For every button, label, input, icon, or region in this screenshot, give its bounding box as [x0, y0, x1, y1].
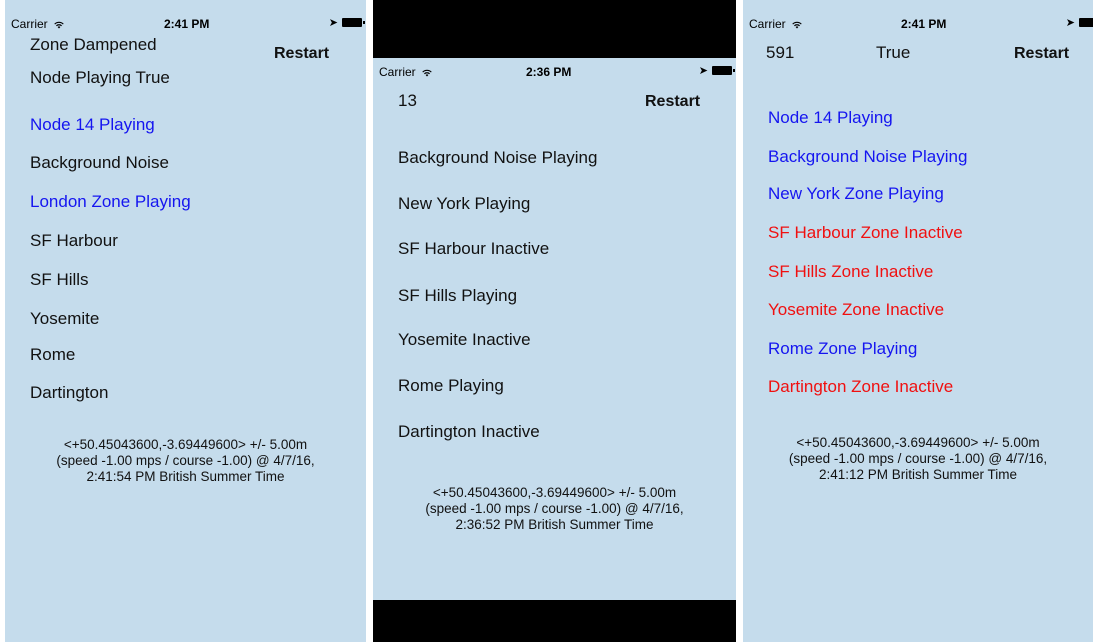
node-count-label: 13: [398, 91, 417, 110]
zone-list-item: SF Hills Zone Inactive: [768, 262, 934, 281]
wifi-icon: [422, 69, 432, 77]
node-status-label: Node Playing True: [30, 68, 170, 87]
zone-list-item: Rome Zone Playing: [768, 339, 918, 358]
restart-button[interactable]: Restart: [1014, 45, 1069, 63]
carrier-label: Carrier: [379, 65, 432, 79]
zone-list-item: Background Noise Playing: [768, 147, 968, 166]
zone-list-item: SF Hills: [30, 270, 89, 289]
zone-list-item: Background Noise Playing: [398, 148, 598, 167]
location-info: <+50.45043600,-3.69449600> +/- 5.00m (sp…: [743, 435, 1093, 483]
zone-list-item: SF Harbour Zone Inactive: [768, 223, 963, 242]
zone-list-item: London Zone Playing: [30, 192, 191, 211]
carrier-label: Carrier: [11, 17, 64, 31]
zone-list-item: SF Hills Playing: [398, 286, 518, 305]
status-time: 2:41 PM: [901, 17, 947, 31]
battery-icon: [1079, 18, 1093, 27]
location-coordinates: <+50.45043600,-3.69449600> +/- 5.00m: [796, 435, 1040, 450]
screen-3: Carrier 2:41 PM ➤ 591 True Restart Node …: [743, 0, 1093, 642]
zone-list-item: Node 14 Playing: [30, 115, 155, 134]
zone-list-item: Yosemite Zone Inactive: [768, 300, 945, 319]
zone-list-item: Node 14 Playing: [768, 108, 893, 127]
zone-list-item: Rome: [30, 345, 76, 364]
battery-icon: [342, 18, 365, 27]
location-info: <+50.45043600,-3.69449600> +/- 5.00m (sp…: [5, 437, 366, 485]
location-coordinates: <+50.45043600,-3.69449600> +/- 5.00m: [432, 485, 677, 500]
zone-list-item: Dartington Inactive: [398, 422, 540, 441]
zone-list-item: SF Harbour: [30, 231, 118, 250]
zone-list-item: Dartington Zone Inactive: [768, 377, 954, 396]
location-timestamp: 2:36:52 PM British Summer Time: [455, 517, 654, 532]
location-speed: (speed -1.00 mps / course -1.00) @ 4/7/1…: [56, 453, 315, 468]
location-coordinates: <+50.45043600,-3.69449600> +/- 5.00m: [63, 437, 308, 452]
zone-list-item: Dartington: [30, 383, 109, 402]
location-timestamp: 2:41:54 PM British Summer Time: [86, 469, 285, 484]
location-info: <+50.45043600,-3.69449600> +/- 5.00m (sp…: [373, 485, 736, 533]
status-bar: Carrier 2:41 PM ➤: [743, 14, 1093, 34]
location-arrow-icon: ➤: [328, 17, 338, 29]
restart-button[interactable]: Restart: [274, 45, 329, 63]
zone-list-item: Yosemite Inactive: [398, 330, 531, 349]
zone-list-item: New York Playing: [398, 194, 531, 213]
location-arrow-icon: ➤: [698, 65, 708, 77]
zone-list-item: SF Harbour Inactive: [398, 239, 550, 258]
playing-flag-label: True: [876, 43, 911, 62]
wifi-icon: [54, 21, 64, 29]
screen-2: Carrier 2:36 PM ➤ 13 Restart Background …: [373, 0, 736, 642]
zone-list-item: New York Zone Playing: [768, 184, 944, 203]
location-speed: (speed -1.00 mps / course -1.00) @ 4/7/1…: [425, 501, 684, 516]
zone-list-item: Background Noise: [30, 153, 169, 172]
node-count-label: 591: [766, 43, 795, 62]
status-bar: Carrier 2:41 PM ➤: [5, 14, 366, 34]
battery-icon: [712, 66, 735, 75]
carrier-label: Carrier: [749, 17, 802, 31]
wifi-icon: [792, 21, 802, 29]
location-arrow-icon: ➤: [1065, 17, 1075, 29]
zone-list-item: Rome Playing: [398, 376, 504, 395]
location-timestamp: 2:41:12 PM British Summer Time: [818, 467, 1018, 482]
status-time: 2:36 PM: [526, 65, 572, 79]
zone-status-label: Zone Dampened: [30, 35, 157, 54]
restart-button[interactable]: Restart: [645, 93, 700, 111]
screen-2-content: Carrier 2:36 PM ➤ 13 Restart Background …: [373, 58, 736, 600]
location-speed: (speed -1.00 mps / course -1.00) @ 4/7/1…: [788, 451, 1048, 466]
status-time: 2:41 PM: [164, 17, 210, 31]
screen-1: Carrier 2:41 PM ➤ Zone Dampened Node Pla…: [5, 0, 366, 642]
status-bar: Carrier 2:36 PM ➤: [373, 62, 736, 82]
zone-list-item: Yosemite: [30, 309, 100, 328]
